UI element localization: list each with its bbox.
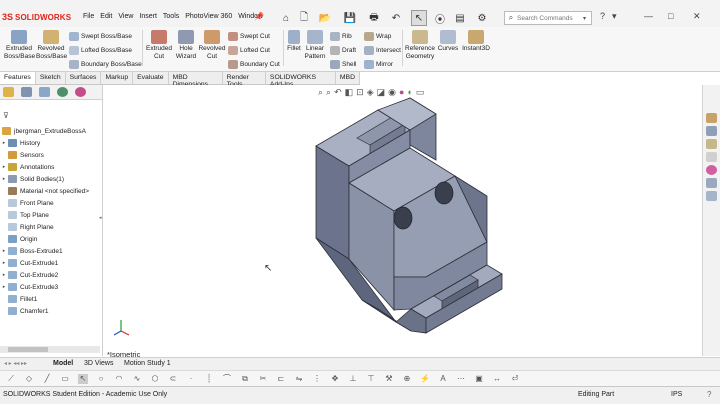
arc-icon[interactable]: ◠ [114,374,124,384]
triad-x-axis [120,330,130,336]
sketch-icon[interactable]: ⟋ [6,374,16,384]
mouse-pointer-icon: ↖ [264,263,273,274]
design-library-icon[interactable] [706,126,717,136]
tab-motion-study[interactable]: Motion Study 1 [121,360,174,367]
display-relations-icon[interactable]: ⊤ [366,374,376,384]
slot-icon[interactable]: ⊂ [168,374,178,384]
add-relation-icon[interactable]: ⊥ [348,374,358,384]
dimension-icon[interactable]: ↔ [492,374,502,384]
trim-icon[interactable]: ✂ [258,374,268,384]
text-icon[interactable]: A [438,374,448,384]
task-pane [702,85,720,356]
model-tabs: ◂ ▸ ◂◂ ▸▸ Model 3D Views Motion Study 1 [0,357,720,370]
resources-icon[interactable] [706,113,717,123]
polygon-icon[interactable]: ⬡ [150,374,160,384]
offset-icon[interactable]: ⧉ [240,374,250,384]
linear-sketch-pattern-icon[interactable]: ⋮ [312,374,322,384]
editing-mode-text: Editing Part [578,391,615,398]
hole-2 [434,181,454,205]
sketch-picture-icon[interactable]: ▣ [474,374,484,384]
construction-geometry-icon[interactable]: ⋯ [456,374,466,384]
rectangle-icon[interactable]: ▭ [60,374,70,384]
unit-system[interactable]: IPS [671,391,682,398]
repair-sketch-icon[interactable]: ⚒ [384,374,394,384]
smart-dimension-icon[interactable]: ◇ [24,374,34,384]
centerline-icon[interactable]: ┊ [204,374,214,384]
tab-scroll-arrows[interactable]: ◂ ▸ ◂◂ ▸▸ [4,360,27,367]
convert-entities-icon[interactable]: ⊏ [276,374,286,384]
quick-sketch-toolbar: ⟋ ◇ ╱ ▭ ↖ ○ ◠ ∿ ⬡ ⊂ · ┊ ⌒ ⧉ ✂ ⊏ ⇋ ⋮ ✥ ⊥ … [0,370,720,386]
tab-model[interactable]: Model [50,360,76,367]
triad-z-axis [113,330,122,336]
appearances-icon[interactable] [706,165,717,175]
line-icon[interactable]: ╱ [42,374,52,384]
quick-snaps-icon[interactable]: ⊕ [402,374,412,384]
custom-properties-icon[interactable] [706,178,717,188]
point-icon[interactable]: · [186,374,196,384]
circle-icon[interactable]: ○ [96,374,106,384]
tab-3d-views[interactable]: 3D Views [81,360,116,367]
select-tool-icon[interactable]: ↖ [78,373,88,384]
spline-icon[interactable]: ∿ [132,374,142,384]
edition-text: SOLIDWORKS Student Edition - Academic Us… [3,391,168,398]
3d-part-model[interactable] [0,0,720,404]
hole-1 [393,206,413,230]
move-entities-icon[interactable]: ✥ [330,374,340,384]
fillet-sketch-icon[interactable]: ⌒ [222,374,232,384]
status-bar: SOLIDWORKS Student Edition - Academic Us… [0,386,720,404]
mirror-entities-icon[interactable]: ⇋ [294,374,304,384]
exit-sketch-icon[interactable]: ⏎ [510,374,520,384]
reference-triad [113,320,130,336]
file-explorer-icon[interactable] [706,139,717,149]
view-palette-icon[interactable] [706,152,717,162]
rapid-sketch-icon[interactable]: ⚡ [420,374,430,384]
help-status-icon[interactable]: ? [707,390,711,399]
solidworks-forum-icon[interactable] [706,191,717,201]
